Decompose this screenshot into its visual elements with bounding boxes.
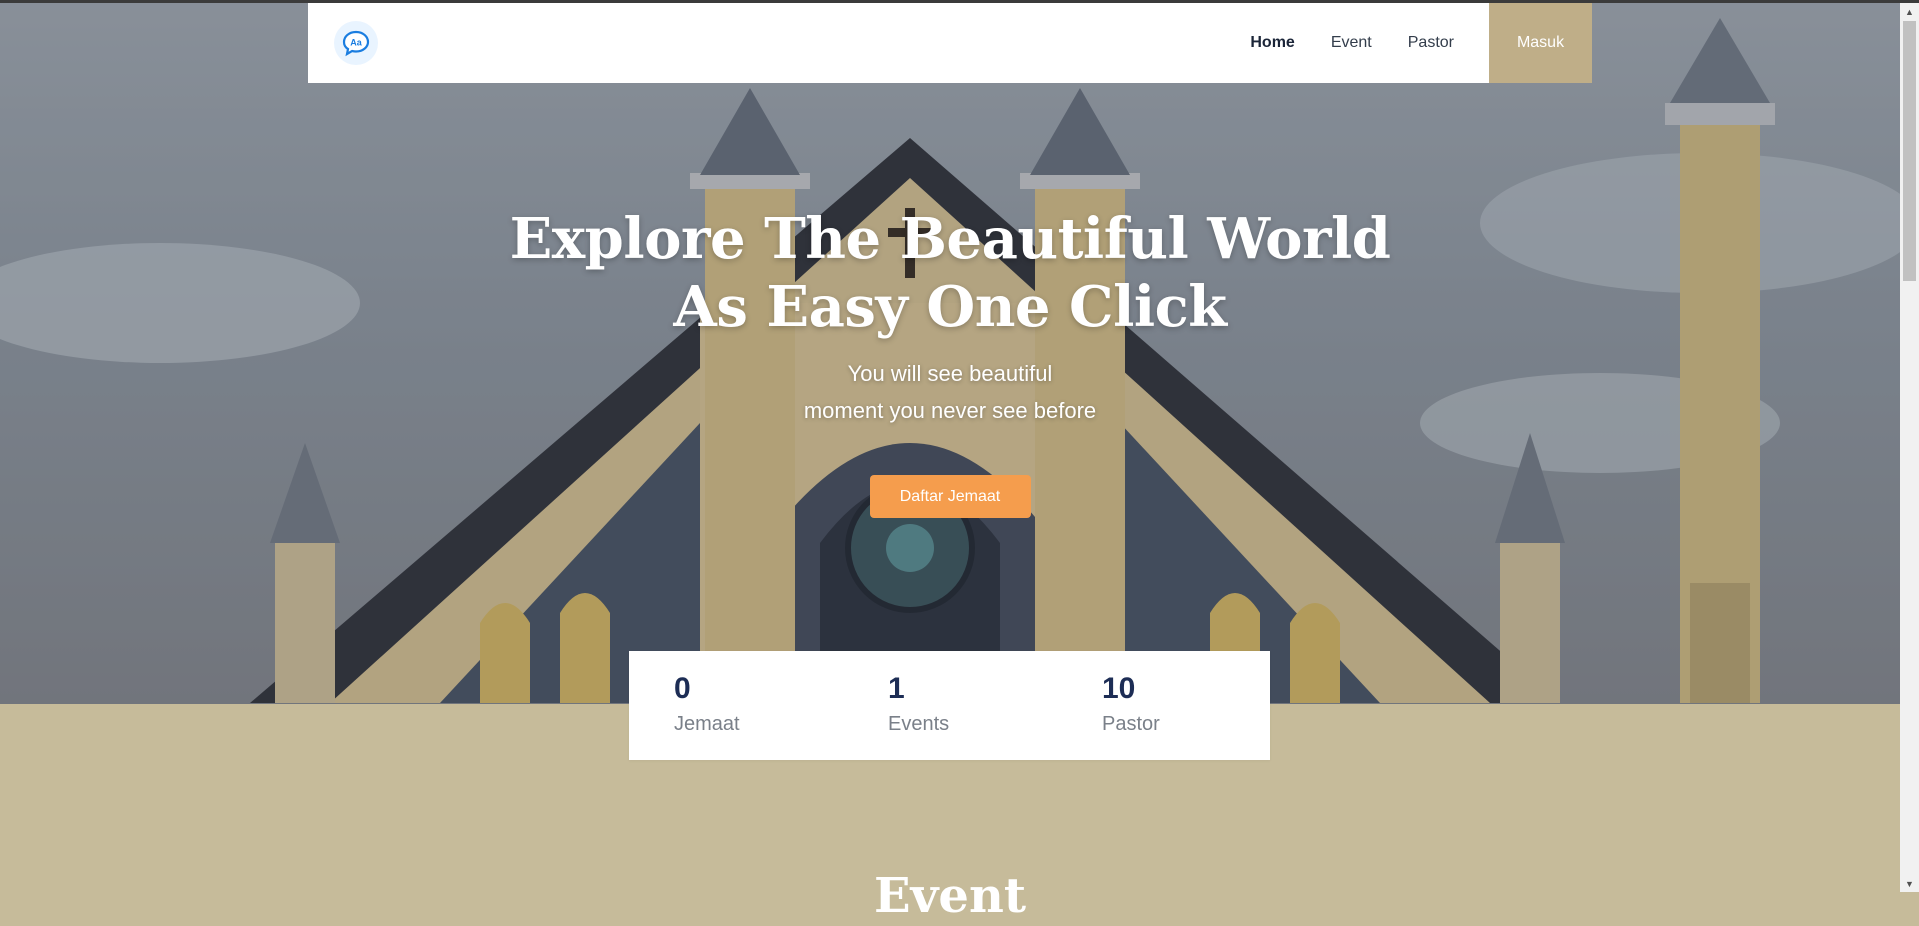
stat-value: 1 xyxy=(888,672,905,705)
chat-bubble-icon: Aa xyxy=(342,30,370,57)
hero-subtitle-line1: You will see beautiful xyxy=(847,361,1053,386)
window-top-border xyxy=(0,0,1919,3)
login-button[interactable]: Masuk xyxy=(1489,3,1592,83)
nav-link-event[interactable]: Event xyxy=(1331,34,1372,52)
hero-subtitle: You will see beautiful moment you never … xyxy=(0,355,1900,429)
stat-value: 10 xyxy=(1102,672,1136,705)
vertical-scrollbar[interactable]: ▲ ▼ xyxy=(1900,3,1919,892)
stat-jemaat: 0 Jemaat xyxy=(674,671,740,739)
stat-label: Pastor xyxy=(1102,713,1160,735)
nav-link-pastor[interactable]: Pastor xyxy=(1408,34,1454,52)
top-navbar: Aa Home Event Pastor Masuk xyxy=(308,3,1592,83)
scroll-up-arrow-icon[interactable]: ▲ xyxy=(1900,3,1919,20)
nav-link-home[interactable]: Home xyxy=(1250,34,1294,52)
stat-label: Jemaat xyxy=(674,713,740,735)
scroll-down-arrow-icon[interactable]: ▼ xyxy=(1900,875,1919,892)
chat-bubble-logo-icon[interactable]: Aa xyxy=(334,21,378,65)
hero-title: Explore The Beautiful World As Easy One … xyxy=(0,205,1900,341)
hero-subtitle-line2: moment you never see before xyxy=(803,398,1097,423)
hero-title-line1: Explore The Beautiful World xyxy=(509,206,1391,272)
scrollbar-thumb[interactable] xyxy=(1903,21,1916,281)
event-section-heading: Event xyxy=(873,868,1027,924)
stat-label: Events xyxy=(888,713,950,735)
stat-value: 0 xyxy=(674,672,691,705)
stats-card: 0 Jemaat 1 Events 10 Pastor xyxy=(629,651,1270,760)
stat-events: 1 Events xyxy=(888,671,949,739)
hero-title-line2: As Easy One Click xyxy=(673,274,1227,340)
register-congregation-button[interactable]: Daftar Jemaat xyxy=(869,475,1031,518)
stat-pastor: 10 Pastor xyxy=(1102,671,1160,739)
hero-content: Explore The Beautiful World As Easy One … xyxy=(0,205,1900,518)
logo-text: Aa xyxy=(350,38,362,48)
nav-links: Home Event Pastor xyxy=(1214,3,1454,83)
